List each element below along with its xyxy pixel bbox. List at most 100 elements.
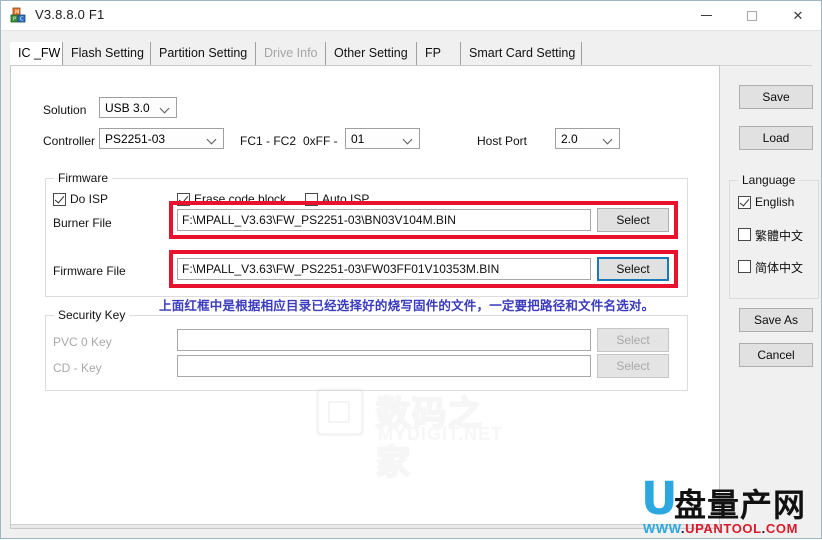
auto-isp-label: Auto ISP <box>322 192 370 206</box>
maximize-icon <box>729 1 775 30</box>
tab-label: Flash Setting <box>71 46 144 60</box>
host-port-select[interactable]: 2.0 <box>555 128 620 149</box>
pvc0-key-input[interactable] <box>177 329 591 351</box>
firmware-file-select-button[interactable]: Select <box>597 257 669 281</box>
firmware-file-input[interactable]: F:\MPALL_V3.63\FW_PS2251-03\FW03FF01V103… <box>177 258 591 280</box>
maximize-button[interactable] <box>729 1 775 30</box>
tab-label: Smart Card Setting <box>469 46 576 60</box>
save-button[interactable]: Save <box>739 85 813 109</box>
language-group-title: Language <box>738 173 800 187</box>
save-as-button[interactable]: Save As <box>739 308 813 332</box>
mydigit-watermark: 数码之家 MYDIGIT.NET <box>316 388 516 484</box>
tab-label: Other Setting <box>334 46 408 60</box>
fc-prefix: 0xFF - <box>303 134 338 148</box>
application-window: M P C V3.8.8.0 F1 ✕ IC _FW Flash Setting… <box>0 0 822 539</box>
pvc0-key-label: PVC 0 Key <box>53 335 112 349</box>
firmware-file-select-label: Select <box>616 262 650 276</box>
cd-key-select-button: Select <box>597 354 669 378</box>
load-button[interactable]: Load <box>739 126 813 150</box>
annotation-text: 上面红框中是根据相应目录已经选择好的烧写固件的文件，一定要把路径和文件名选对。 <box>159 298 655 313</box>
solution-label: Solution <box>43 103 87 117</box>
close-icon: ✕ <box>792 7 804 23</box>
firmware-file-value: F:\MPALL_V3.63\FW_PS2251-03\FW03FF01V103… <box>182 262 500 276</box>
language-label-english: English <box>755 195 795 209</box>
language-label-simplified-chinese: 简体中文 <box>755 261 804 275</box>
tab-smart-card-setting[interactable]: Smart Card Setting <box>461 42 582 65</box>
tab-label: FP <box>425 46 441 60</box>
logo-url-name: UPANTOOL <box>685 521 762 536</box>
tab-label: Drive Info <box>264 46 318 60</box>
checkbox-check-icon <box>53 193 66 206</box>
logo-url-www: WWW <box>643 521 681 536</box>
cancel-button[interactable]: Cancel <box>739 343 813 367</box>
burner-file-select-button[interactable]: Select <box>597 208 669 232</box>
tab-strip: IC _FW Flash Setting Partition Setting D… <box>10 42 812 66</box>
tab-label: IC _FW <box>18 46 61 60</box>
solution-select[interactable]: USB 3.0 <box>99 97 177 118</box>
checkbox-box-icon <box>305 193 318 206</box>
cancel-button-label: Cancel <box>757 348 795 362</box>
checkbox-check-icon <box>177 193 190 206</box>
fc-value: 01 <box>351 132 365 146</box>
security-key-group: Security Key <box>45 308 688 391</box>
cd-key-label: CD - Key <box>53 361 102 375</box>
watermark-cn-text: 数码之家 <box>375 393 484 484</box>
host-port-label: Host Port <box>477 134 528 148</box>
checkbox-box-icon <box>738 260 751 273</box>
chevron-down-icon <box>161 105 169 110</box>
save-button-label: Save <box>762 90 790 104</box>
chevron-down-icon <box>604 136 612 141</box>
firmware-file-label: Firmware File <box>53 264 126 278</box>
fc-select[interactable]: 01 <box>345 128 420 149</box>
chevron-down-icon <box>208 136 216 141</box>
window-title: V3.8.8.0 F1 <box>35 7 105 22</box>
solution-value: USB 3.0 <box>105 101 150 115</box>
erase-code-block-label: Erase code block <box>194 192 287 206</box>
controller-value: PS2251-03 <box>105 132 166 146</box>
mpall-app-icon: M P C <box>10 7 26 23</box>
title-bar: M P C V3.8.8.0 F1 ✕ <box>1 1 821 31</box>
controller-label: Controller <box>43 134 96 148</box>
svg-text:C: C <box>20 17 24 23</box>
logo-url: WWW.UPANTOOL.COM <box>643 521 799 536</box>
pvc0-key-select-button: Select <box>597 328 669 352</box>
watermark-en-text: MYDIGIT.NET <box>378 424 504 444</box>
cd-key-input[interactable] <box>177 355 591 377</box>
load-button-label: Load <box>762 131 790 145</box>
fc-label: FC1 - FC2 <box>240 134 297 148</box>
burner-file-input[interactable]: F:\MPALL_V3.63\FW_PS2251-03\BN03V104M.BI… <box>177 209 591 231</box>
watermark-frame-icon <box>316 388 364 436</box>
tab-label: Partition Setting <box>159 46 248 60</box>
tab-flash-setting[interactable]: Flash Setting <box>63 42 151 65</box>
tab-fp[interactable]: FP <box>417 42 461 65</box>
checkbox-check-icon <box>738 196 751 209</box>
host-port-value: 2.0 <box>561 132 578 146</box>
ic-fw-panel: Solution USB 3.0 Controller PS2251-03 FC… <box>10 65 720 529</box>
chevron-down-icon <box>404 136 412 141</box>
controller-select[interactable]: PS2251-03 <box>99 128 224 149</box>
burner-file-select-label: Select <box>616 213 650 227</box>
burner-file-value: F:\MPALL_V3.63\FW_PS2251-03\BN03V104M.BI… <box>182 213 456 227</box>
checkbox-box-icon <box>738 228 751 241</box>
logo-cn-text: 盘量产网 <box>674 486 807 524</box>
minimize-icon <box>683 1 729 30</box>
logo-u-letter: U <box>641 472 678 525</box>
tab-drive-info: Drive Info <box>256 42 326 65</box>
watermark-house-icon <box>328 401 350 423</box>
language-label-traditional-chinese: 繁體中文 <box>755 229 804 243</box>
close-button[interactable]: ✕ <box>775 1 821 30</box>
logo-url-tld: COM <box>765 521 799 536</box>
pvc0-key-select-label: Select <box>616 333 650 347</box>
firmware-group-title: Firmware <box>54 171 112 185</box>
upantool-logo: U 盘量产网 WWW.UPANTOOL.COM <box>641 474 821 540</box>
tab-partition-setting[interactable]: Partition Setting <box>151 42 256 65</box>
tab-other-setting[interactable]: Other Setting <box>326 42 417 65</box>
svg-text:P: P <box>13 17 16 23</box>
minimize-button[interactable] <box>683 1 729 30</box>
security-key-group-title: Security Key <box>54 308 130 322</box>
panel-bottom-shade <box>11 524 719 528</box>
tab-ic-fw[interactable]: IC _FW <box>10 42 63 65</box>
do-isp-label: Do ISP <box>70 192 109 206</box>
burner-file-label: Burner File <box>53 216 112 230</box>
cd-key-select-label: Select <box>616 359 650 373</box>
